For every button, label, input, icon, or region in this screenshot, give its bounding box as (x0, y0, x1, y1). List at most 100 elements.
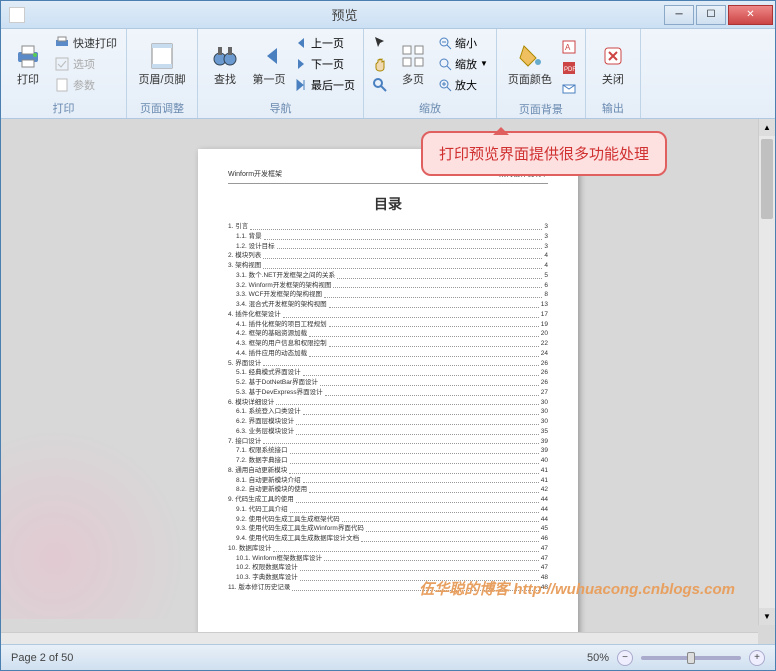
toc-entry: 5.1. 经典模式界面设计26 (228, 368, 548, 378)
vertical-scrollbar[interactable]: ▲ ▼ (758, 119, 775, 625)
toc-entry: 9.4. 使用代码生成工具生成数据库设计文档46 (228, 534, 548, 544)
multi-page-button[interactable]: 多页 (391, 32, 435, 96)
maximize-button[interactable]: ☐ (696, 5, 726, 25)
horizontal-scrollbar[interactable] (1, 632, 758, 644)
zoom-slider[interactable] (641, 656, 741, 660)
toc-entry: 3.4. 混合式开发框架的架构视图13 (228, 300, 548, 310)
toc-entry: 1.2. 设计目标3 (228, 242, 548, 252)
header-footer-icon (146, 40, 178, 72)
magnifier-icon (372, 77, 388, 93)
hand-icon (372, 56, 388, 72)
toc-entry: 1.1. 背景3 (228, 232, 548, 242)
titlebar: 预览 ─ ☐ ✕ (1, 1, 775, 29)
next-page-button[interactable]: 下一页 (291, 53, 358, 74)
ribbon-group-page-setup: 页眉/页脚 页面调整 (127, 29, 198, 118)
toc-entry: 8. 通用自动更新模块41 (228, 466, 548, 476)
watermark-button[interactable]: A (558, 36, 580, 57)
export-button[interactable]: PDF (558, 57, 580, 78)
content-area: Winform开发框架 架构设计说明书 目录 1. 引言31.1. 背景31.2… (1, 119, 775, 644)
pointer-tool[interactable] (369, 32, 391, 53)
statusbar: Page 2 of 50 50% − + (1, 644, 775, 670)
ribbon-group-output: 关闭 输出 (586, 29, 641, 118)
toc-entry: 4. 插件化框架设计17 (228, 310, 548, 320)
toc-entry: 5. 界面设计26 (228, 359, 548, 369)
toc-entry: 6.1. 系统登入口类设计30 (228, 407, 548, 417)
ribbon-group-nav: 查找 第一页 上一页 下一页 (198, 29, 364, 118)
zoom-in-stepper[interactable]: + (749, 650, 765, 666)
toc-entry: 3.1. 数个.NET开发框架之间的关系5 (228, 271, 548, 281)
scroll-down-icon[interactable]: ▼ (759, 608, 775, 625)
app-icon (9, 7, 25, 23)
print-button[interactable]: 打印 (6, 32, 50, 96)
toc-entry: 8.2. 自动更新模块的使用42 (228, 485, 548, 495)
svg-text:PDF: PDF (564, 67, 576, 73)
minimize-button[interactable]: ─ (664, 5, 694, 25)
toc-entry: 7.1. 权限系统接口39 (228, 446, 548, 456)
zoom-percent: 50% (587, 652, 609, 664)
chevron-down-icon: ▼ (480, 59, 488, 68)
toc-entry: 6.3. 业务层模块设计35 (228, 427, 548, 437)
scroll-up-icon[interactable]: ▲ (759, 119, 775, 136)
toc-entry: 3.2. Winform开发框架的架构视图6 (228, 281, 548, 291)
toc-entry: 4.1. 插件化框架的项目工程规划19 (228, 320, 548, 330)
toc-entry: 5.3. 基于DevExpress界面设计27 (228, 388, 548, 398)
params-button[interactable]: 参数 (50, 74, 121, 95)
toc-list: 1. 引言31.1. 背景31.2. 设计目标32. 模块列表43. 架构视图4… (228, 222, 548, 593)
toc-entry: 6.2. 界面层模块设计30 (228, 417, 548, 427)
toc-entry: 2. 模块列表4 (228, 251, 548, 261)
zoom-slider-thumb[interactable] (687, 652, 695, 664)
toc-entry: 9.1. 代码工具介绍44 (228, 505, 548, 515)
find-button[interactable]: 查找 (203, 32, 247, 96)
magnifier-tool[interactable] (369, 74, 391, 95)
options-button[interactable]: 选项 (50, 53, 121, 74)
ribbon-group-zoom: 多页 缩小 缩放 ▼ 放大 (364, 29, 497, 118)
arrow-right-icon (294, 57, 308, 71)
binoculars-icon (209, 40, 241, 72)
document-icon (54, 77, 70, 93)
quick-print-button[interactable]: 快速打印 (50, 32, 121, 53)
printer-small-icon (54, 35, 70, 51)
zoom-dropdown[interactable]: 缩放 ▼ (435, 53, 491, 74)
first-page-icon (253, 40, 285, 72)
prev-page-button[interactable]: 上一页 (291, 32, 358, 53)
toc-entry: 6. 模块详细设计30 (228, 398, 548, 408)
close-icon (597, 40, 629, 72)
first-page-button[interactable]: 第一页 (247, 32, 291, 96)
toc-entry: 4.2. 框架的基础资源加载20 (228, 329, 548, 339)
ribbon: 打印 快速打印 选项 参数 打印 (1, 29, 775, 119)
toc-entry: 10.2. 权限数据库设计47 (228, 563, 548, 573)
toc-entry: 1. 引言3 (228, 222, 548, 232)
zoom-in-button[interactable]: 放大 (435, 74, 491, 95)
toc-entry: 7. 接口设计39 (228, 437, 548, 447)
page-color-button[interactable]: 页面颜色 (502, 32, 558, 96)
page-indicator: Page 2 of 50 (11, 652, 73, 664)
toc-entry: 9. 代码生成工具的使用44 (228, 495, 548, 505)
zoom-out-button[interactable]: 缩小 (435, 32, 491, 53)
toc-entry: 7.2. 数据字典接口40 (228, 456, 548, 466)
close-preview-button[interactable]: 关闭 (591, 32, 635, 96)
ribbon-group-bg: 页面颜色 A PDF 页面背景 (497, 29, 586, 118)
watermark-icon: A (561, 39, 577, 55)
toc-entry: 9.2. 使用代码生成工具生成框架代码44 (228, 515, 548, 525)
annotation-balloon: 打印预览界面提供很多功能处理 (421, 131, 667, 176)
last-page-button[interactable]: 最后一页 (291, 74, 358, 95)
toc-entry: 10.1. Winform框架数据库设计47 (228, 554, 548, 564)
toc-entry: 10. 数据库设计47 (228, 544, 548, 554)
zoom-out-stepper[interactable]: − (617, 650, 633, 666)
email-button[interactable] (558, 78, 580, 99)
zoom-icon (438, 57, 452, 71)
pdf-icon: PDF (561, 60, 577, 76)
toc-entry: 8.1. 自动更新模块介绍41 (228, 476, 548, 486)
document-viewport[interactable]: Winform开发框架 架构设计说明书 目录 1. 引言31.1. 背景31.2… (1, 119, 775, 644)
bucket-icon (514, 40, 546, 72)
scroll-thumb[interactable] (761, 139, 773, 219)
toc-entry: 5.2. 基于DotNetBar界面设计26 (228, 378, 548, 388)
toc-entry: 3. 架构视图4 (228, 261, 548, 271)
last-page-icon (294, 78, 308, 92)
page-preview: Winform开发框架 架构设计说明书 目录 1. 引言31.1. 背景31.2… (198, 149, 578, 644)
hand-tool[interactable] (369, 53, 391, 74)
toc-title: 目录 (228, 194, 548, 214)
toc-entry: 11. 版本修订历史记录48 (228, 583, 548, 593)
window-close-button[interactable]: ✕ (728, 5, 773, 25)
header-footer-button[interactable]: 页眉/页脚 (132, 32, 192, 96)
